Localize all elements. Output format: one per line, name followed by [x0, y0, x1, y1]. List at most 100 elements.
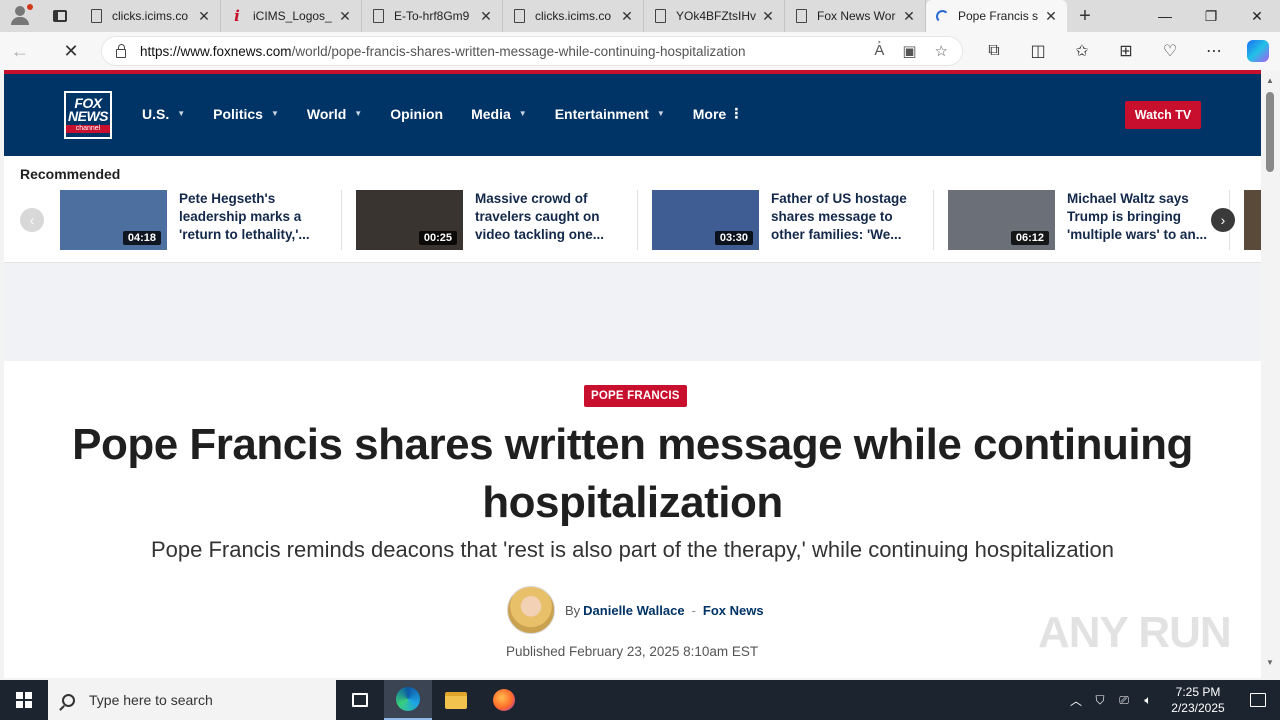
main-nav: U.S. ▼ Politics ▼ World ▼ Opinion Media ▼ Enterta… — [142, 105, 771, 122]
start-button[interactable] — [0, 680, 48, 720]
logo-line-news: NEWS — [68, 108, 109, 124]
immersive-reader-icon[interactable]: ▣ — [902, 42, 916, 60]
tab-title: iCIMS_Logos_ — [253, 9, 332, 23]
author-link[interactable]: Danielle Wallace — [583, 603, 684, 618]
carousel-next-button[interactable]: › — [1211, 208, 1235, 232]
browser-tab[interactable]: clicks.icims.co ✕ — [503, 0, 644, 32]
favorite-star-icon[interactable]: ☆ — [935, 42, 948, 60]
video-thumbnail[interactable]: 04:18 — [60, 190, 167, 250]
profile-avatar-icon[interactable] — [0, 0, 40, 32]
tab-close-icon[interactable]: ✕ — [1043, 8, 1059, 25]
read-aloud-icon[interactable]: A͐ — [874, 42, 884, 60]
watch-tv-button[interactable]: Watch TV — [1125, 101, 1201, 129]
icims-icon: i — [234, 7, 240, 25]
clock[interactable]: 7:25 PM 2/23/2025 — [1160, 684, 1236, 716]
new-tab-button[interactable]: + — [1067, 5, 1103, 28]
nav-item-us[interactable]: U.S. ▼ — [142, 105, 185, 122]
taskbar-firefox[interactable] — [480, 680, 528, 720]
nav-item-world[interactable]: World ▼ — [307, 105, 362, 122]
browser-essentials-icon[interactable]: ♡ — [1148, 41, 1192, 61]
page-scrollbar[interactable]: ▲ ▼ — [1261, 70, 1280, 678]
volume-icon[interactable]: 🔈︎ — [1136, 693, 1160, 708]
recommended-card[interactable]: 04:18 Pete Hegseth's leadership marks a '… — [60, 190, 342, 250]
recommended-card[interactable]: 06:12 Michael Waltz says Trump is bringin… — [948, 190, 1230, 250]
address-bar[interactable]: https://www.foxnews.com/world/pope-franc… — [101, 36, 963, 66]
tab-close-icon[interactable]: ✕ — [337, 8, 353, 25]
nav-item-more[interactable]: More ⋮ — [693, 105, 743, 122]
recommended-headline[interactable]: Massive crowd of travelers caught on vid… — [475, 190, 625, 246]
lock-icon[interactable] — [116, 43, 126, 58]
notification-icon — [1250, 693, 1266, 707]
video-duration: 03:30 — [714, 231, 753, 245]
browser-tab[interactable]: Pope Francis s ✕ — [926, 0, 1067, 32]
kebab-menu-icon: ⋮ — [729, 105, 744, 121]
nav-item-politics[interactable]: Politics ▼ — [213, 105, 279, 122]
scrollbar-thumb[interactable] — [1266, 92, 1274, 172]
chevron-down-icon: ▼ — [354, 109, 363, 118]
recommended-headline[interactable]: Father of US hostage shares message to o… — [771, 190, 921, 246]
tab-title: clicks.icims.co — [535, 9, 612, 23]
windows-logo-icon — [16, 692, 32, 708]
split-screen-icon[interactable]: ◫ — [1016, 41, 1060, 61]
video-thumbnail[interactable]: 06:12 — [948, 190, 1055, 250]
recommended-headline[interactable]: Michael Waltz says Trump is bringing 'mu… — [1067, 190, 1217, 246]
extensions-icon[interactable]: ⧉ — [972, 42, 1016, 60]
collections-icon[interactable]: ⊞ — [1104, 41, 1148, 61]
security-icon[interactable]: ⛉ — [1088, 693, 1112, 708]
show-hidden-icons-icon[interactable]: ︿ — [1064, 692, 1088, 709]
category-eyebrow[interactable]: POPE FRANCIS — [584, 385, 687, 407]
recommended-card[interactable]: 00:25 Massive crowd of travelers caught o… — [356, 190, 638, 250]
network-icon[interactable]: ⎚ — [1112, 693, 1136, 708]
author-avatar[interactable] — [507, 586, 555, 634]
byline: By Danielle Wallace - Fox News — [507, 586, 764, 634]
browser-tab[interactable]: clicks.icims.co ✕ — [80, 0, 221, 32]
tab-actions-icon[interactable] — [40, 0, 80, 32]
tab-title: clicks.icims.co — [112, 9, 189, 23]
favorites-icon[interactable]: ✩ — [1060, 41, 1104, 61]
copilot-icon[interactable] — [1247, 40, 1269, 62]
clock-time: 7:25 PM — [1175, 685, 1221, 699]
logo-line-channel: channel — [66, 125, 110, 133]
settings-more-icon[interactable]: ⋯ — [1192, 41, 1236, 61]
site-header: FOX NEWS channel U.S. ▼ Politics ▼ World ▼ Opi… — [4, 70, 1261, 156]
scroll-up-arrow-icon[interactable]: ▲ — [1266, 76, 1274, 85]
taskbar-search[interactable]: Type here to search — [48, 680, 336, 720]
browser-tab[interactable]: E-To-hrf8Gm9 ✕ — [362, 0, 503, 32]
recommended-headline[interactable]: Pete Hegseth's leadership marks a 'retur… — [179, 190, 329, 246]
url-text[interactable]: https://www.foxnews.com/world/pope-franc… — [140, 44, 874, 59]
outlet-link[interactable]: Fox News — [703, 603, 764, 618]
nav-item-label: Media — [471, 105, 511, 122]
back-button[interactable]: ← — [0, 32, 40, 70]
document-icon — [796, 9, 807, 23]
video-thumbnail[interactable]: 03:30 — [652, 190, 759, 250]
notifications-button[interactable] — [1236, 693, 1280, 707]
close-window-button[interactable]: ✕ — [1234, 0, 1280, 32]
nav-item-entertainment[interactable]: Entertainment ▼ — [555, 105, 665, 122]
taskbar-file-explorer[interactable] — [432, 680, 480, 720]
stop-loading-button[interactable]: ✕ — [51, 32, 91, 70]
browser-tab[interactable]: i iCIMS_Logos_ ✕ — [221, 0, 362, 32]
tab-close-icon[interactable]: ✕ — [478, 8, 494, 25]
tab-close-icon[interactable]: ✕ — [619, 8, 635, 25]
task-view-button[interactable] — [336, 680, 384, 720]
tab-close-icon[interactable]: ✕ — [901, 8, 917, 25]
taskbar-edge[interactable] — [384, 680, 432, 720]
tab-close-icon[interactable]: ✕ — [760, 8, 776, 25]
byline-by: By — [565, 602, 581, 618]
minimize-button[interactable]: — — [1142, 0, 1188, 32]
url-host: https://www.foxnews.com — [140, 43, 292, 59]
carousel-prev-button[interactable]: ‹ — [20, 208, 44, 232]
published-date: Published February 23, 2025 8:10am EST — [506, 644, 759, 659]
browser-tab[interactable]: YOk4BFZtsIHv ✕ — [644, 0, 785, 32]
scroll-down-arrow-icon[interactable]: ▼ — [1266, 658, 1274, 667]
browser-tools: ⧉ ◫ ✩ ⊞ ♡ ⋯ — [972, 32, 1280, 70]
nav-item-media[interactable]: Media ▼ — [471, 105, 527, 122]
browser-tab[interactable]: Fox News Wor ✕ — [785, 0, 926, 32]
tab-close-icon[interactable]: ✕ — [196, 8, 212, 25]
video-thumbnail[interactable]: 00:25 — [356, 190, 463, 250]
nav-item-opinion[interactable]: Opinion — [390, 105, 443, 122]
recommended-card[interactable]: 03:30 Father of US hostage shares message… — [652, 190, 934, 250]
fox-news-logo[interactable]: FOX NEWS channel — [64, 91, 112, 139]
next-card-peek[interactable] — [1244, 190, 1261, 250]
maximize-button[interactable]: ❐ — [1188, 0, 1234, 32]
